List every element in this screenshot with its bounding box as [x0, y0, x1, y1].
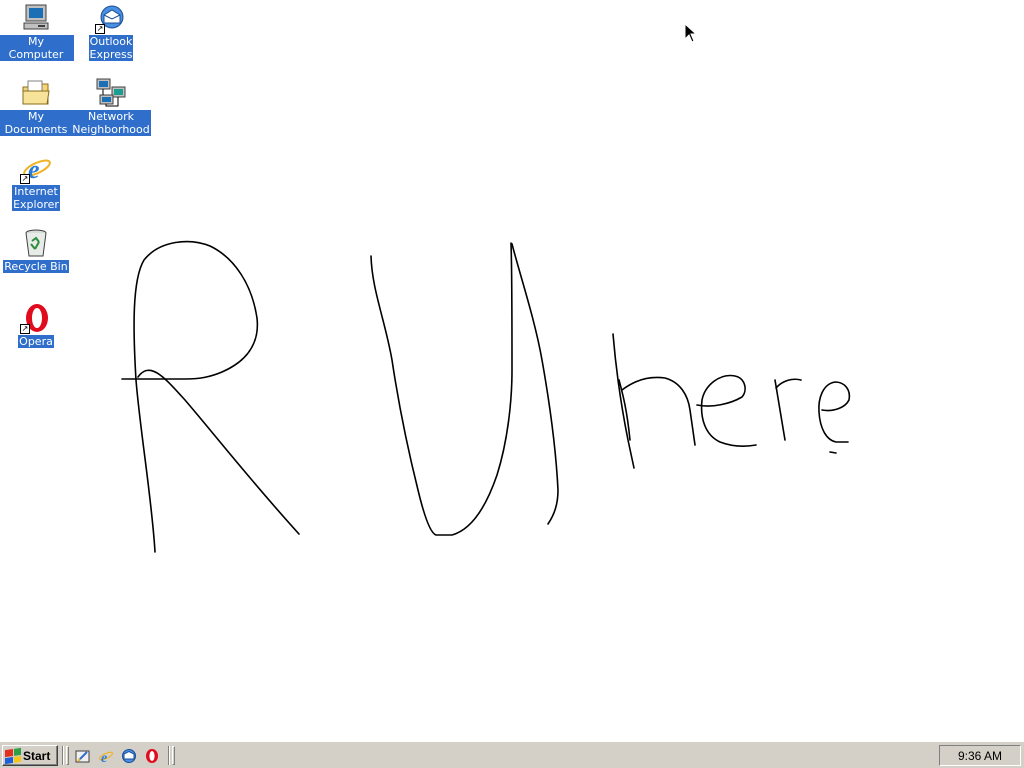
drawing-stroke-dot: [829, 451, 837, 454]
outlook-express-icon: ↗: [95, 2, 127, 34]
mouse-pointer-icon: [684, 23, 698, 43]
drawing-stroke-r-bowl: [121, 240, 259, 553]
drawing-stroke-u: [370, 242, 513, 536]
quick-launch-outlook-express[interactable]: [120, 747, 138, 765]
outlook-express-icon: [122, 749, 136, 763]
opera-icon: [146, 749, 158, 763]
system-tray[interactable]: 9:36 AM: [939, 745, 1021, 766]
drawing-stroke-u-tail: [511, 243, 559, 525]
windows-logo-icon: [5, 747, 21, 764]
task-area-grip[interactable]: [172, 746, 175, 765]
recycle-bin-icon: [20, 227, 52, 259]
desktop-icon-label: My Documents: [0, 110, 74, 136]
taskbar-separator: [62, 746, 64, 765]
quick-launch-grip[interactable]: [66, 746, 69, 765]
network-neighborhood-icon: [95, 77, 127, 109]
drawing-stroke-e2: [818, 381, 851, 443]
my-documents-icon: [20, 77, 52, 109]
clock[interactable]: 9:36 AM: [958, 749, 1002, 763]
svg-text:e: e: [101, 751, 107, 764]
drawing-stroke-r-leg: [137, 369, 300, 535]
drawing-stroke-r-small: [774, 378, 802, 441]
quick-launch-opera[interactable]: [143, 747, 161, 765]
desktop-icon-opera[interactable]: ↗ Opera: [0, 302, 74, 348]
quick-launch-internet-explorer[interactable]: e: [97, 747, 115, 765]
desktop[interactable]: My Computer ↗ Outlook Express My Documen…: [0, 0, 1024, 741]
freehand-drawing: [121, 240, 851, 553]
desktop-icon-label: Network Neighborhood: [71, 110, 151, 136]
desktop-icon-my-documents[interactable]: My Documents: [0, 77, 74, 136]
my-computer-icon: [20, 2, 52, 34]
desktop-icon-internet-explorer[interactable]: e ↗ Internet Explorer: [0, 152, 74, 211]
internet-explorer-icon: e: [98, 751, 114, 764]
desktop-icon-label: Internet Explorer: [12, 185, 60, 211]
desktop-icon-label: Outlook Express: [88, 35, 134, 61]
desktop-icon-recycle-bin[interactable]: Recycle Bin: [0, 227, 74, 273]
shortcut-arrow-icon: ↗: [20, 324, 30, 334]
taskbar-separator: [168, 746, 170, 765]
desktop-icon-label: Recycle Bin: [3, 260, 69, 273]
desktop-icon-outlook-express[interactable]: ↗ Outlook Express: [73, 2, 149, 61]
taskbar: Start e 9:36 AM: [0, 741, 1024, 768]
drawing-stroke-h-arch: [618, 376, 696, 446]
start-button[interactable]: Start: [2, 745, 58, 766]
desktop-icon-label: Opera: [18, 335, 54, 348]
drawing-stroke-e1: [696, 374, 757, 448]
shortcut-arrow-icon: ↗: [95, 24, 105, 34]
desktop-icon-label: My Computer: [0, 35, 74, 61]
desktop-icon-network-neighborhood[interactable]: Network Neighborhood: [71, 77, 151, 136]
quick-launch-show-desktop[interactable]: [74, 747, 92, 765]
show-desktop-icon: [75, 750, 90, 763]
desktop-icon-my-computer[interactable]: My Computer: [0, 2, 74, 61]
start-button-label: Start: [23, 748, 51, 763]
internet-explorer-icon: e ↗: [20, 152, 52, 184]
shortcut-arrow-icon: ↗: [20, 174, 30, 184]
opera-icon: ↗: [20, 302, 52, 334]
